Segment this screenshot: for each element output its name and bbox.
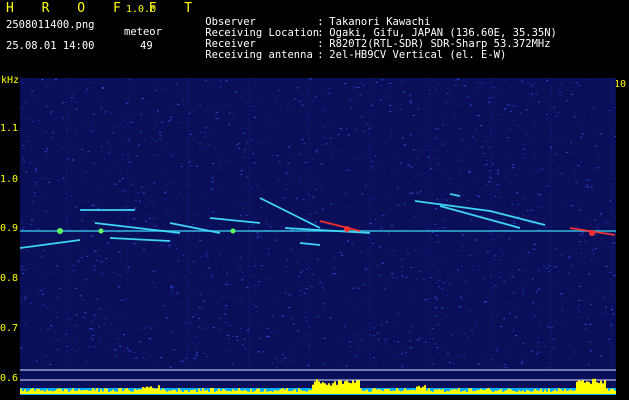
y-tick-label: 1.1	[0, 123, 19, 134]
noise-background	[20, 78, 616, 395]
app-brand: H R O F F T	[6, 1, 203, 16]
y-tick-label: 0.6	[0, 373, 19, 384]
capture-datetime: 25.08.01 14:00	[6, 40, 95, 52]
echo-hotspot	[344, 226, 350, 232]
y-tick-label: 0.8	[0, 273, 19, 284]
y-tick-label: 0.7	[0, 323, 19, 334]
image-filename: 2508011400.png	[6, 19, 95, 31]
spectrogram-svg	[20, 78, 616, 395]
echo-hotspot	[589, 230, 595, 236]
y-tick-label: 0.9	[0, 223, 19, 234]
echo-hotspot	[98, 228, 104, 234]
hrofft-window: H R O F F T 1.0.0 2508011400.png 25.08.0…	[0, 0, 629, 400]
echo-hotspot	[57, 228, 63, 234]
spectrogram-plot	[20, 78, 616, 395]
meteor-label: meteor	[124, 26, 162, 38]
info-row-antenna: Receiving antenna:2el-HB9CV Vertical (el…	[180, 39, 506, 72]
info-key: Receiving antenna	[205, 49, 313, 61]
y-tick-label: 1.0	[0, 174, 19, 185]
meteor-count: 49	[140, 40, 153, 52]
y-axis-unit: kHz	[1, 75, 20, 86]
info-value: 2el-HB9CV Vertical (el. E-W)	[329, 49, 507, 61]
app-version: 1.0.0	[126, 4, 157, 15]
echo-hotspot	[230, 228, 236, 234]
info-separator: :	[317, 49, 324, 61]
